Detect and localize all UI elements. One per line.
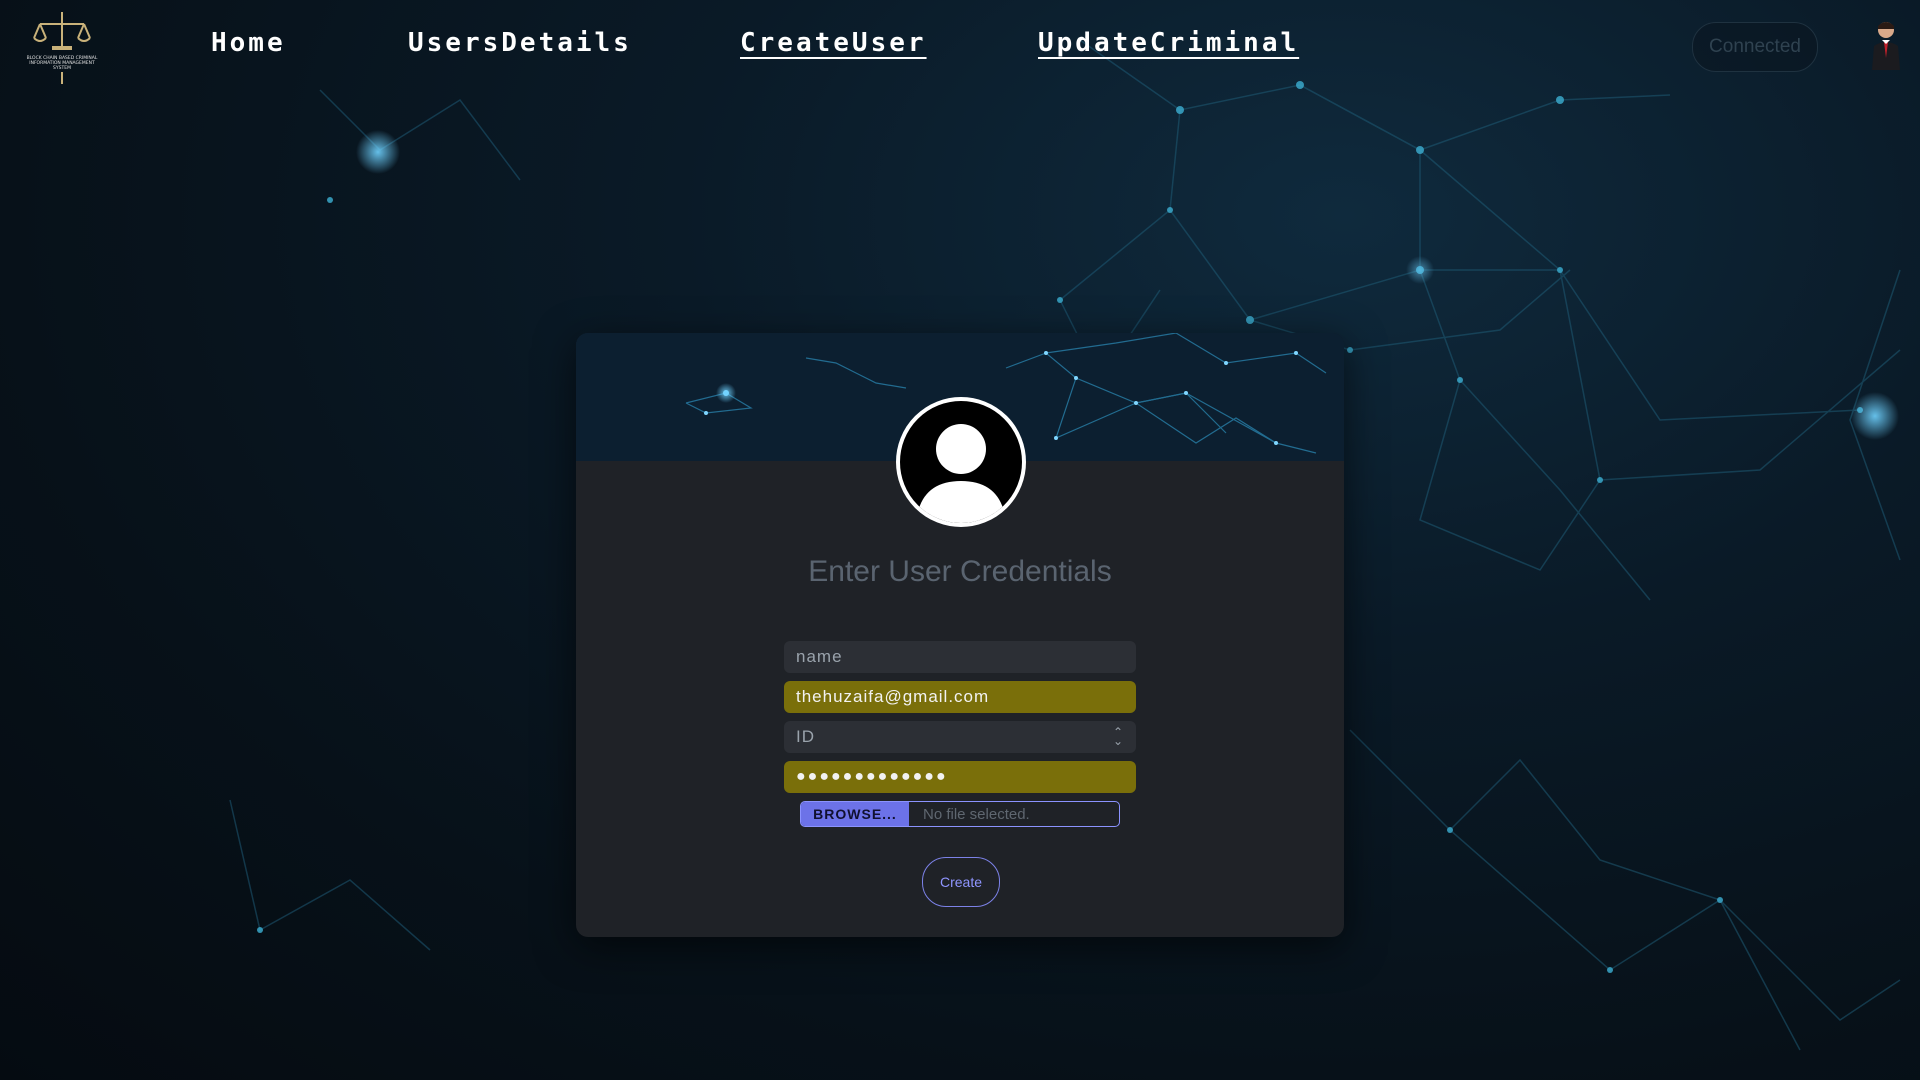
scales-of-justice-logo[interactable]: BLOCK CHAIN BASED CRIMINAL INFORMATION M… — [26, 8, 98, 86]
form-title: Enter User Credentials — [808, 555, 1112, 588]
nav-users-details[interactable]: UsersDetails — [408, 28, 632, 58]
email-field[interactable]: thehuzaifa@gmail.com — [784, 681, 1136, 713]
name-placeholder: name — [796, 647, 843, 666]
connected-button[interactable]: Connected — [1692, 22, 1818, 72]
password-field[interactable]: ●●●●●●●●●●●●● — [784, 761, 1136, 793]
nav-update-criminal[interactable]: UpdateCriminal — [1038, 28, 1299, 58]
profile-placeholder — [896, 397, 1026, 527]
name-field[interactable]: name — [784, 641, 1136, 673]
nav-home[interactable]: Home — [211, 28, 286, 58]
user-avatar[interactable] — [1868, 20, 1904, 70]
file-input[interactable]: BROWSE... No file selected. — [800, 801, 1120, 827]
password-value: ●●●●●●●●●●●●● — [796, 768, 948, 785]
id-field[interactable]: ID ⌃ ⌄ — [784, 721, 1136, 753]
email-value: thehuzaifa@gmail.com — [796, 687, 990, 706]
file-status: No file selected. — [923, 805, 1030, 823]
create-user-card: Enter User Credentials name thehuzaifa@g… — [576, 333, 1344, 937]
nav-create-user[interactable]: CreateUser — [740, 28, 927, 58]
create-button[interactable]: Create — [922, 857, 1000, 907]
stepper-icon[interactable]: ⌃ ⌄ — [1113, 726, 1124, 747]
browse-button[interactable]: BROWSE... — [801, 802, 909, 826]
id-placeholder: ID — [796, 727, 815, 746]
person-icon — [916, 424, 1006, 523]
svg-text:SYSTEM: SYSTEM — [53, 65, 71, 71]
